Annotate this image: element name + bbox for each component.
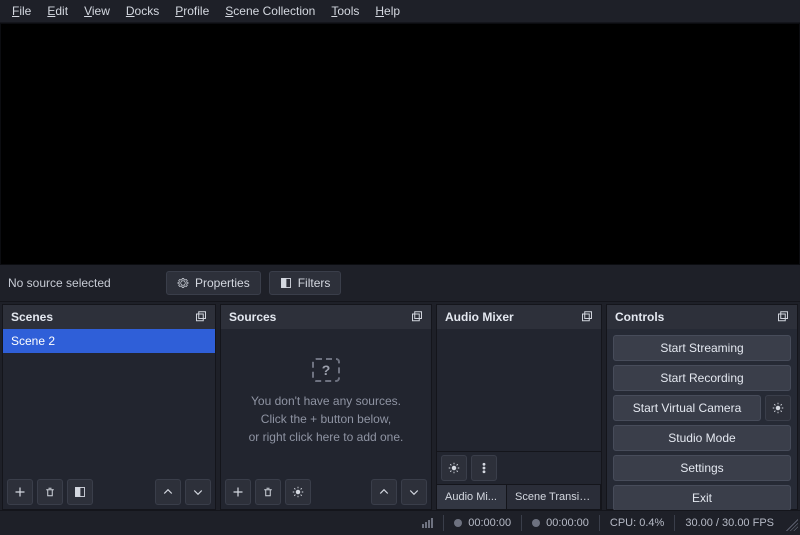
start-recording-button[interactable]: Start Recording	[613, 365, 791, 391]
start-streaming-button[interactable]: Start Streaming	[613, 335, 791, 361]
studio-mode-button[interactable]: Studio Mode	[613, 425, 791, 451]
controls-header: Controls	[607, 305, 797, 329]
move-source-up-button[interactable]	[371, 479, 397, 505]
live-status: 00:00:00	[443, 515, 521, 531]
preview-canvas[interactable]	[0, 23, 800, 265]
sources-empty-line1: You don't have any sources.	[231, 392, 421, 410]
properties-button[interactable]: Properties	[166, 271, 261, 295]
dock-tabs: Audio Mi... Scene Transiti...	[437, 484, 601, 509]
remove-scene-button[interactable]	[37, 479, 63, 505]
sources-list[interactable]: ? You don't have any sources. Click the …	[221, 329, 431, 475]
question-icon: ?	[312, 358, 340, 382]
sources-empty-state: ? You don't have any sources. Click the …	[221, 358, 431, 446]
move-scene-down-button[interactable]	[185, 479, 211, 505]
add-scene-button[interactable]	[7, 479, 33, 505]
sources-header: Sources	[221, 305, 431, 329]
virtual-camera-settings-button[interactable]	[765, 395, 791, 421]
menu-view[interactable]: View	[76, 2, 118, 20]
cpu-status: CPU: 0.4%	[599, 515, 674, 531]
scenes-toolbar	[3, 475, 215, 509]
move-source-down-button[interactable]	[401, 479, 427, 505]
audio-title: Audio Mixer	[445, 310, 514, 324]
sources-empty-line3: or right click here to add one.	[231, 428, 421, 446]
live-time: 00:00:00	[468, 517, 511, 529]
controls-body: Start Streaming Start Recording Start Vi…	[607, 329, 797, 517]
popout-icon[interactable]	[411, 311, 423, 323]
menu-profile[interactable]: Profile	[167, 2, 217, 20]
sources-dock: Sources ? You don't have any sources. Cl…	[220, 304, 432, 510]
filters-icon	[280, 277, 292, 289]
controls-dock: Controls Start Streaming Start Recording…	[606, 304, 798, 510]
gear-icon	[177, 277, 189, 289]
tab-audio-mixer[interactable]: Audio Mi...	[437, 485, 507, 509]
rec-status: 00:00:00	[521, 515, 599, 531]
menu-edit[interactable]: Edit	[39, 2, 76, 20]
menubar: File Edit View Docks Profile Scene Colle…	[0, 0, 800, 23]
popout-icon[interactable]	[581, 311, 593, 323]
popout-icon[interactable]	[195, 311, 207, 323]
status-bar: 00:00:00 00:00:00 CPU: 0.4% 30.00 / 30.0…	[0, 510, 800, 535]
move-scene-up-button[interactable]	[155, 479, 181, 505]
live-dot-icon	[454, 519, 462, 527]
source-status-text: No source selected	[8, 276, 158, 290]
properties-label: Properties	[195, 276, 250, 290]
scenes-list[interactable]: Scene 2	[3, 329, 215, 475]
scenes-header: Scenes	[3, 305, 215, 329]
controls-title: Controls	[615, 310, 664, 324]
menu-docks[interactable]: Docks	[118, 2, 167, 20]
scene-filters-button[interactable]	[67, 479, 93, 505]
source-toolbar: No source selected Properties Filters	[0, 265, 800, 302]
exit-button[interactable]: Exit	[613, 485, 791, 511]
scenes-dock: Scenes Scene 2	[2, 304, 216, 510]
add-source-button[interactable]	[225, 479, 251, 505]
sources-title: Sources	[229, 310, 276, 324]
scene-item[interactable]: Scene 2	[3, 329, 215, 353]
sources-empty-line2: Click the + button below,	[231, 410, 421, 428]
scenes-title: Scenes	[11, 310, 53, 324]
filters-label: Filters	[298, 276, 331, 290]
signal-icon	[422, 518, 433, 528]
remove-source-button[interactable]	[255, 479, 281, 505]
menu-help[interactable]: Help	[367, 2, 408, 20]
audio-mixer-dock: Audio Mixer Audio Mi... Scene Transiti..…	[436, 304, 602, 510]
audio-mixer-body: Audio Mi... Scene Transiti...	[437, 329, 601, 509]
docks-row: Scenes Scene 2 Sources ? You don't have …	[0, 302, 800, 510]
settings-button[interactable]: Settings	[613, 455, 791, 481]
rec-dot-icon	[532, 519, 540, 527]
menu-scene-collection[interactable]: Scene Collection	[217, 2, 323, 20]
network-indicator	[412, 516, 443, 530]
audio-header: Audio Mixer	[437, 305, 601, 329]
audio-menu-button[interactable]	[471, 455, 497, 481]
tab-scene-transitions[interactable]: Scene Transiti...	[507, 485, 601, 509]
start-virtual-camera-button[interactable]: Start Virtual Camera	[613, 395, 761, 421]
audio-toolbar	[437, 451, 601, 484]
audio-settings-button[interactable]	[441, 455, 467, 481]
sources-toolbar	[221, 475, 431, 509]
source-properties-button[interactable]	[285, 479, 311, 505]
menu-tools[interactable]: Tools	[323, 2, 367, 20]
fps-status: 30.00 / 30.00 FPS	[674, 515, 784, 531]
filters-button[interactable]: Filters	[269, 271, 342, 295]
resize-grip[interactable]	[786, 519, 798, 531]
popout-icon[interactable]	[777, 311, 789, 323]
menu-file[interactable]: File	[4, 2, 39, 20]
rec-time: 00:00:00	[546, 517, 589, 529]
